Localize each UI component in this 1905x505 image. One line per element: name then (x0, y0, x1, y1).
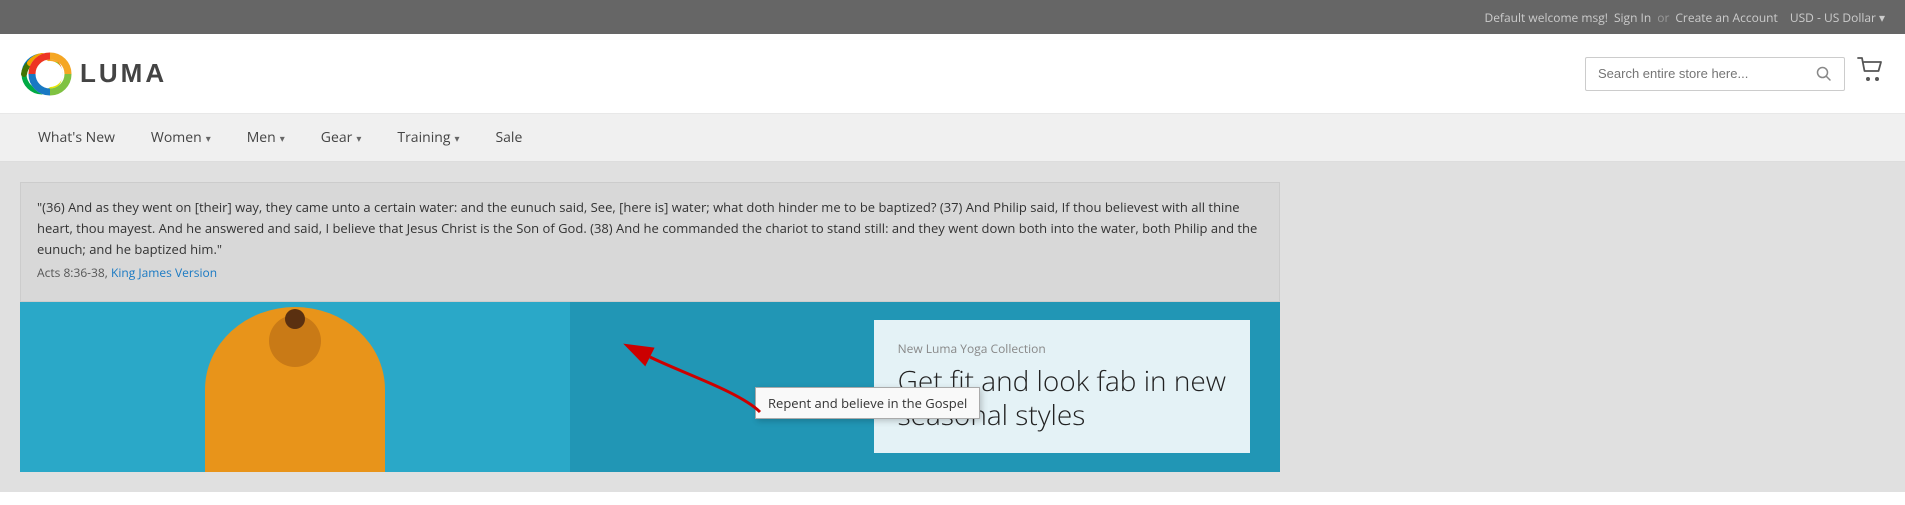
tooltip-text: Repent and believe in the Gospel (768, 394, 967, 412)
logo-text: LUMA (80, 58, 167, 89)
nav-item-training[interactable]: Training ▾ (379, 114, 477, 161)
logo-area[interactable]: LUMA (20, 52, 167, 96)
verse-ref-text: Acts 8:36-38, (37, 264, 108, 281)
search-icon (1816, 66, 1832, 82)
hero-person-figure (205, 307, 385, 472)
cart-icon (1857, 57, 1885, 83)
signin-link[interactable]: Sign In (1614, 9, 1651, 26)
nav-link-whats-new[interactable]: What's New (20, 114, 133, 161)
hero-subtitle: New Luma Yoga Collection (898, 340, 1226, 357)
currency-chevron-icon: ▾ (1879, 9, 1885, 26)
nav-link-sale[interactable]: Sale (477, 114, 540, 161)
search-input[interactable] (1598, 66, 1808, 81)
welcome-message: Default welcome msg! (1484, 9, 1607, 26)
cart-button[interactable] (1857, 57, 1885, 90)
hero-section: New Luma Yoga Collection Get fit and loo… (20, 302, 1280, 472)
nav-item-sale[interactable]: Sale (477, 114, 540, 161)
hero-image-area (20, 302, 570, 472)
nav-item-men[interactable]: Men ▾ (229, 114, 303, 161)
verse-text: "(36) And as they went on [their] way, t… (37, 197, 1263, 259)
luma-logo-ring (28, 52, 72, 96)
header-right (1585, 57, 1885, 91)
or-separator: or (1657, 9, 1669, 26)
tooltip-popup: Repent and believe in the Gospel (755, 387, 980, 419)
nav-link-gear[interactable]: Gear ▾ (303, 114, 380, 161)
chevron-down-icon: ▾ (206, 131, 211, 145)
verse-block: "(36) And as they went on [their] way, t… (20, 182, 1280, 302)
verse-ref-link[interactable]: King James Version (111, 264, 217, 281)
nav-link-training[interactable]: Training ▾ (379, 114, 477, 161)
nav-item-gear[interactable]: Gear ▾ (303, 114, 380, 161)
currency-label: USD - US Dollar (1790, 9, 1876, 26)
site-header: LUMA (0, 34, 1905, 114)
main-nav: What's New Women ▾ Men ▾ Gear ▾ Training (0, 114, 1905, 162)
nav-link-women[interactable]: Women ▾ (133, 114, 229, 161)
currency-selector[interactable]: USD - US Dollar ▾ (1790, 9, 1885, 26)
nav-item-whats-new[interactable]: What's New (20, 114, 133, 161)
chevron-down-icon: ▾ (356, 131, 361, 145)
create-account-link[interactable]: Create an Account (1675, 9, 1777, 26)
search-box[interactable] (1585, 57, 1845, 91)
search-button[interactable] (1816, 66, 1832, 82)
content-area: "(36) And as they went on [their] way, t… (0, 162, 1905, 492)
chevron-down-icon: ▾ (454, 131, 459, 145)
nav-link-men[interactable]: Men ▾ (229, 114, 303, 161)
nav-list: What's New Women ▾ Men ▾ Gear ▾ Training (20, 114, 540, 161)
verse-reference: Acts 8:36-38, King James Version (37, 263, 1263, 282)
chevron-down-icon: ▾ (280, 131, 285, 145)
top-bar: Default welcome msg! Sign In or Create a… (0, 0, 1905, 34)
nav-item-women[interactable]: Women ▾ (133, 114, 229, 161)
